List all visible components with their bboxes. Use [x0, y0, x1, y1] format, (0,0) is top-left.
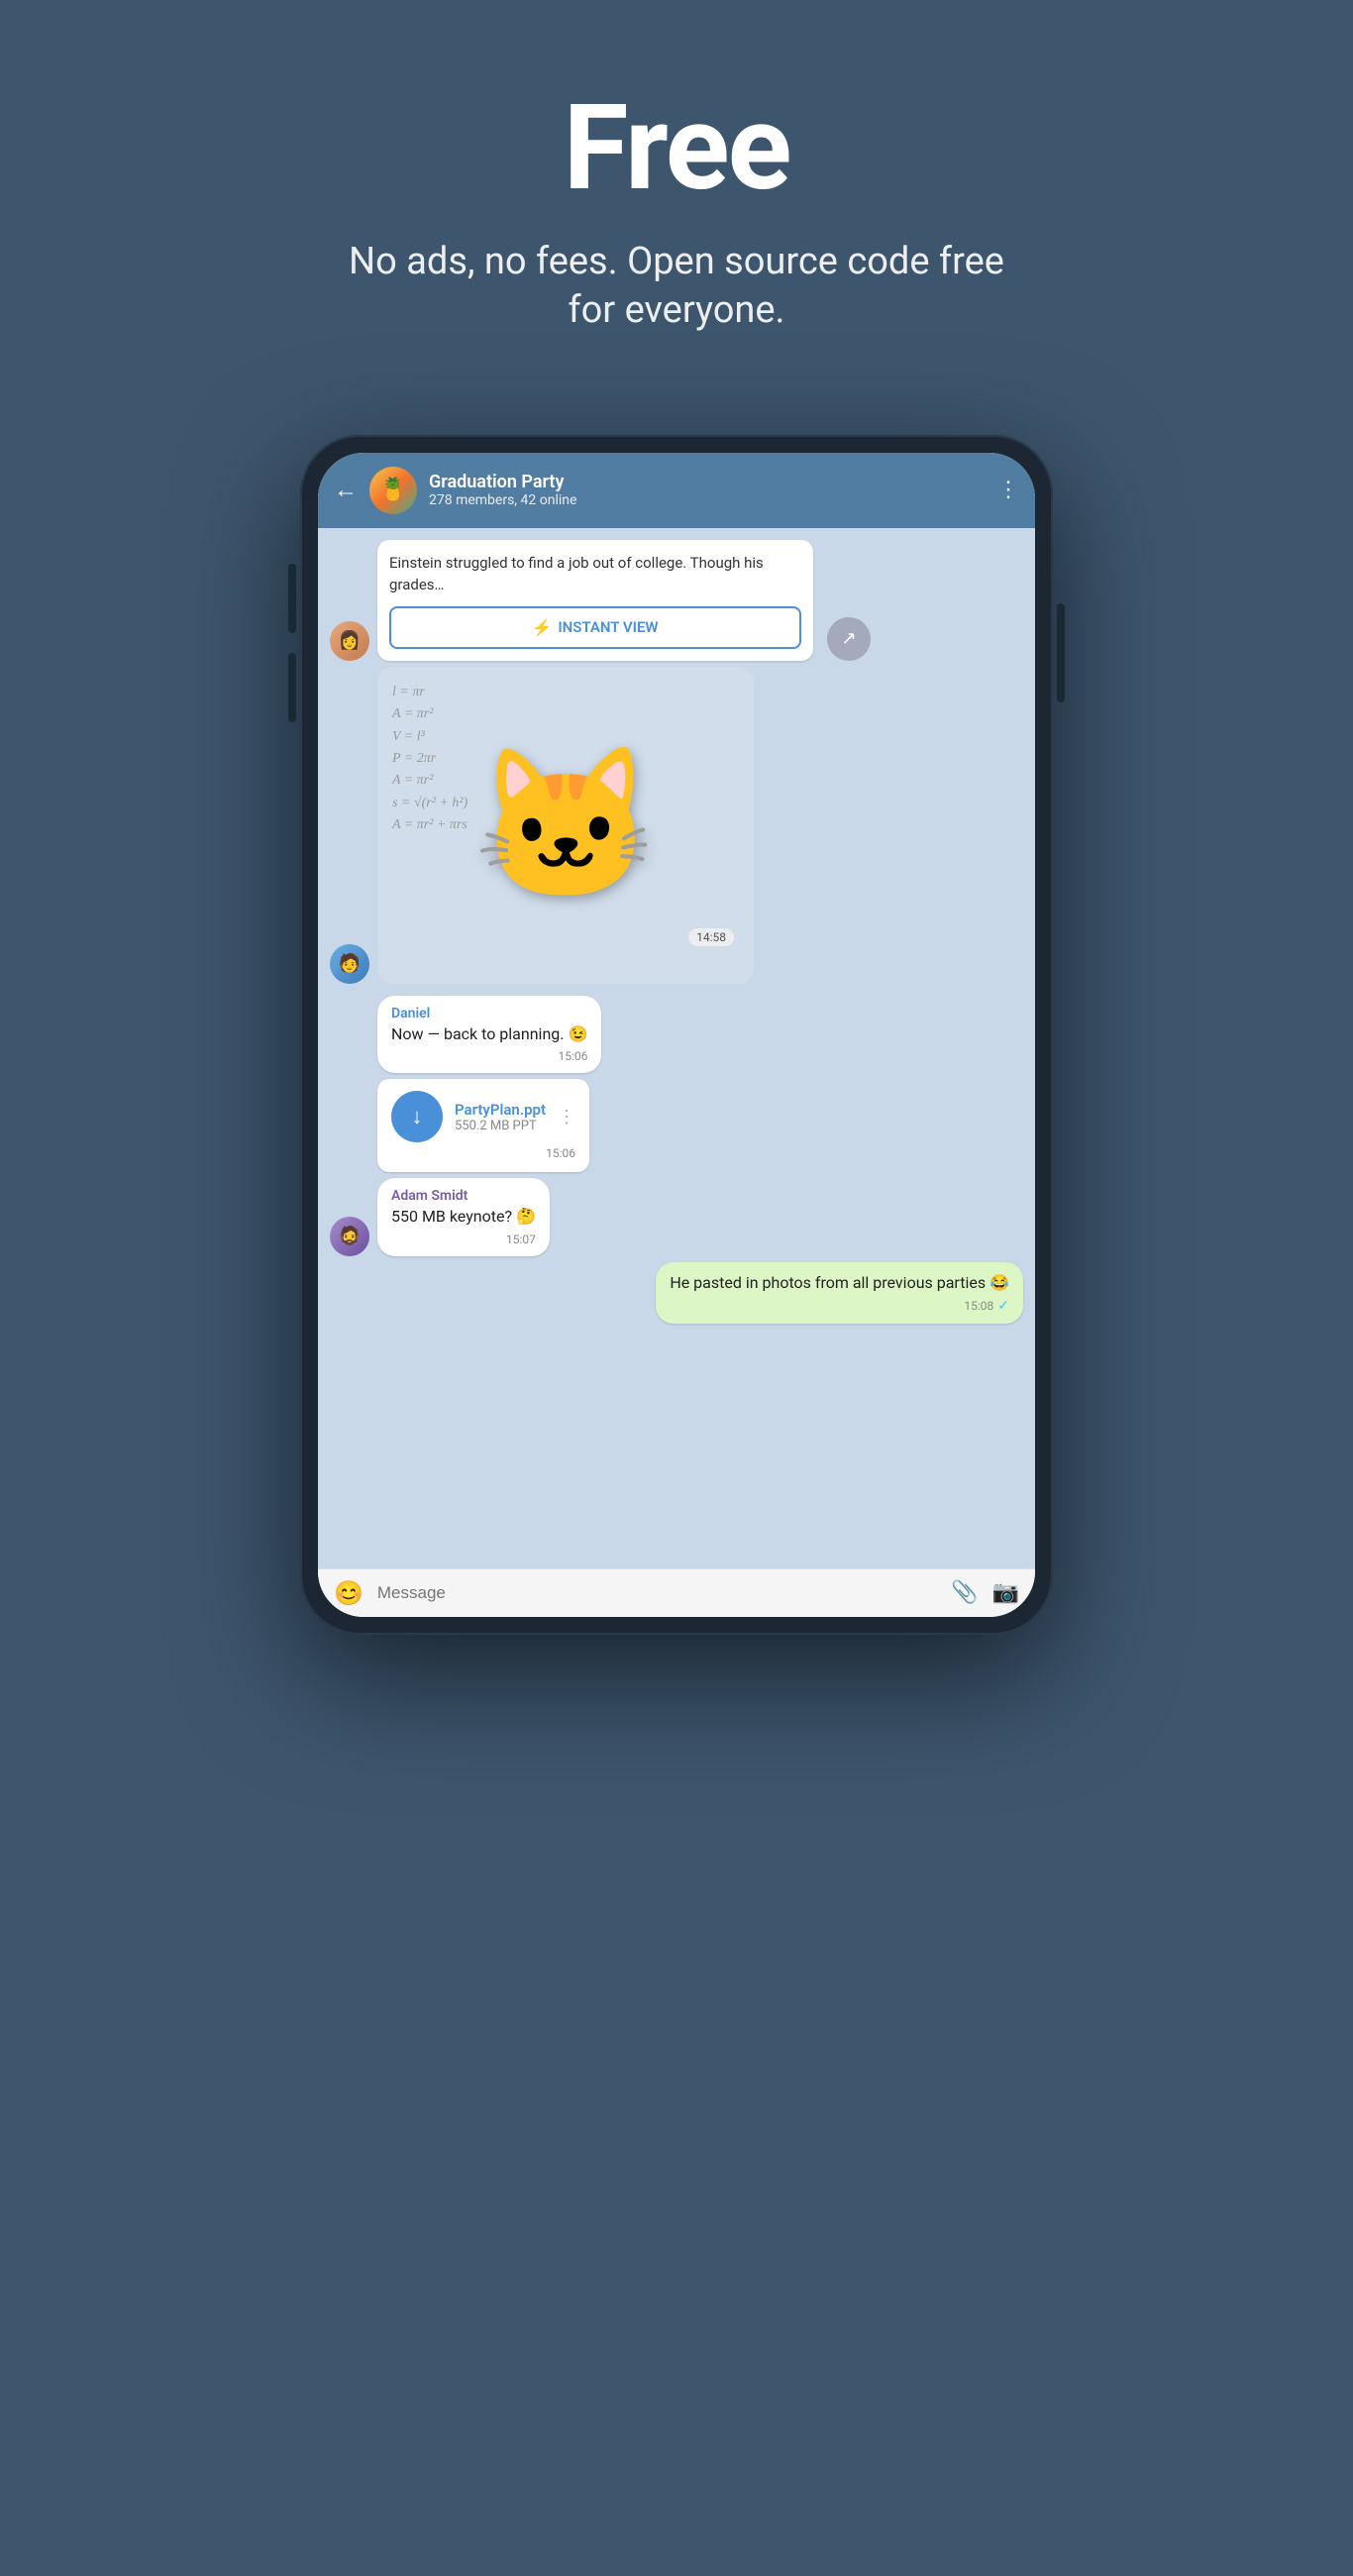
table-row: ↓ PartyPlan.ppt 550.2 MB PPT ⋮ 15:06 — [330, 1079, 1023, 1172]
message-bubble: Adam Smidt 550 MB keynote? 🤔 15:07 — [377, 1178, 550, 1255]
sender-name: Daniel — [391, 1006, 587, 1021]
chat-body: 👩 Einstein struggled to find a job out o… — [318, 528, 1035, 1568]
avatar: 👩 — [330, 621, 369, 661]
group-avatar-emoji: 🍍 — [379, 478, 406, 502]
file-name: PartyPlan.ppt — [455, 1101, 546, 1119]
table-row: 🧑 l = πr A = πr² V = l³ P = 2πr A = πr² … — [330, 667, 1023, 984]
avatar-emoji: 👩 — [339, 630, 361, 651]
attach-button[interactable]: 📎 — [951, 1580, 978, 1605]
share-button[interactable]: ↗ — [827, 617, 871, 661]
file-options-button[interactable]: ⋮ — [558, 1107, 575, 1127]
file-info: PartyPlan.ppt 550.2 MB PPT — [455, 1101, 546, 1133]
article-preview-text: Einstein struggled to find a job out of … — [389, 552, 801, 596]
group-name: Graduation Party — [429, 472, 986, 492]
message-text: 550 MB keynote? 🤔 — [391, 1206, 536, 1228]
instant-view-button[interactable]: ⚡ INSTANT VIEW — [389, 606, 801, 649]
phone-screen: ← 🍍 Graduation Party 278 members, 42 onl… — [318, 453, 1035, 1617]
chat-header: ← 🍍 Graduation Party 278 members, 42 onl… — [318, 453, 1035, 528]
message-time: 15:07 — [391, 1233, 536, 1246]
avatar: 🧔 — [330, 1217, 369, 1256]
phone-outer-frame: ← 🍍 Graduation Party 278 members, 42 onl… — [300, 435, 1053, 1635]
message-bubble: Daniel Now — back to planning. 😉 15:06 — [377, 996, 601, 1073]
message-input-bar: 😊 📎 📷 — [318, 1568, 1035, 1617]
avatar: 🧑 — [330, 944, 369, 984]
group-info: Graduation Party 278 members, 42 online — [429, 472, 986, 508]
back-button[interactable]: ← — [334, 476, 358, 504]
volume-down-button — [288, 653, 296, 722]
emoji-picker-button[interactable]: 😊 — [334, 1579, 364, 1607]
volume-up-button — [288, 564, 296, 633]
lightning-icon: ⚡ — [532, 618, 552, 637]
cat-sticker-emoji: 🐱 — [473, 738, 659, 912]
avatar-emoji: 🧑 — [339, 953, 361, 974]
message-time: 15:06 — [391, 1146, 575, 1160]
instant-view-label: INSTANT VIEW — [558, 618, 658, 636]
file-attachment-bubble: ↓ PartyPlan.ppt 550.2 MB PPT ⋮ 15:06 — [377, 1079, 589, 1172]
download-button[interactable]: ↓ — [391, 1091, 443, 1142]
file-size: 550.2 MB PPT — [455, 1119, 546, 1133]
article-bubble: Einstein struggled to find a job out of … — [377, 540, 813, 661]
power-button — [1057, 603, 1065, 702]
sticker-time: 14:58 — [688, 928, 734, 946]
time-label: 15:08 — [964, 1299, 993, 1313]
hero-subtitle: No ads, no fees. Open source code free f… — [330, 238, 1023, 336]
message-text: Now — back to planning. 😉 — [391, 1023, 587, 1045]
sticker-message: l = πr A = πr² V = l³ P = 2πr A = πr² s … — [377, 667, 754, 984]
phone-mockup: ← 🍍 Graduation Party 278 members, 42 onl… — [300, 435, 1053, 1635]
read-checkmark: ✓ — [997, 1298, 1009, 1314]
message-text: He pasted in photos from all previous pa… — [670, 1272, 1009, 1294]
sender-name: Adam Smidt — [391, 1188, 536, 1204]
more-options-button[interactable]: ⋮ — [997, 478, 1019, 502]
message-time: 15:08 ✓ — [670, 1298, 1009, 1314]
camera-button[interactable]: 📷 — [992, 1580, 1019, 1605]
avatar-emoji: 🧔 — [339, 1226, 361, 1246]
message-input[interactable] — [377, 1583, 937, 1603]
message-time: 15:06 — [391, 1049, 587, 1063]
download-icon: ↓ — [412, 1104, 423, 1129]
group-members: 278 members, 42 online — [429, 492, 986, 508]
table-row: Daniel Now — back to planning. 😉 15:06 — [330, 996, 1023, 1073]
outgoing-message-bubble: He pasted in photos from all previous pa… — [656, 1262, 1023, 1324]
table-row: 👩 Einstein struggled to find a job out o… — [330, 540, 1023, 661]
hero-section: Free No ads, no fees. Open source code f… — [0, 0, 1353, 395]
group-avatar: 🍍 — [369, 467, 417, 514]
hero-title: Free — [564, 79, 790, 218]
table-row: 🧔 Adam Smidt 550 MB keynote? 🤔 15:07 — [330, 1178, 1023, 1255]
table-row: He pasted in photos from all previous pa… — [330, 1262, 1023, 1324]
